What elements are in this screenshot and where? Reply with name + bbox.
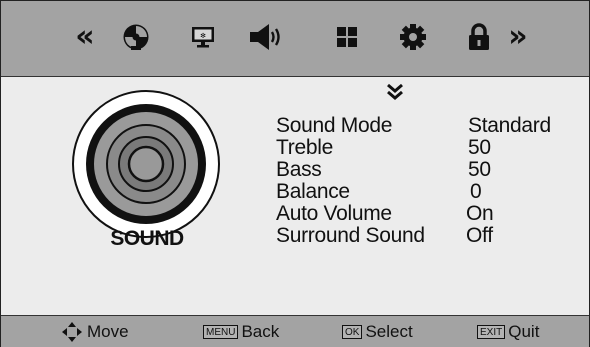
hint-label: Back [241, 321, 280, 341]
menu-item-bass[interactable]: Bass 50 [276, 159, 576, 181]
next-page-button[interactable]: » [498, 17, 538, 57]
arrows-move-icon [62, 321, 82, 342]
exit-key: EXIT [477, 324, 506, 339]
help-bar: Move MENU Back OK Select EXIT Quit [1, 315, 589, 347]
hint-move: Move [61, 316, 129, 347]
gear-icon [400, 24, 426, 50]
menu-item-sound-mode[interactable]: Sound Mode Standard [276, 115, 576, 137]
lock-icon [469, 23, 489, 50]
menu-item-label: Surround Sound [276, 224, 425, 247]
chevron-double-right-icon: » [508, 19, 528, 54]
hint-label: Quit [508, 321, 540, 341]
menu-item-balance[interactable]: Balance 0 [276, 181, 576, 203]
tab-channel[interactable] [327, 17, 367, 57]
menu-item-value: On [466, 202, 494, 225]
speaker-icon [250, 24, 280, 50]
menu-item-value: 50 [468, 136, 491, 159]
chevron-double-left-icon: « [75, 19, 95, 54]
hint-quit: EXIT Quit [477, 316, 539, 347]
menu-key: MENU [203, 324, 239, 339]
hint-back: MENU Back [203, 316, 279, 347]
menu-item-auto-volume[interactable]: Auto Volume On [276, 203, 576, 225]
tab-picture[interactable] [116, 17, 156, 57]
ok-key: OK [342, 324, 363, 339]
page-title: SOUND [110, 227, 184, 250]
picture-icon [123, 24, 149, 50]
grid-icon [337, 27, 357, 47]
menu-item-label: Sound Mode [276, 114, 393, 137]
tab-setup[interactable] [393, 17, 433, 57]
speaker-cone-icon [72, 90, 220, 238]
menu-item-label: Auto Volume [276, 202, 392, 225]
menu-item-surround-sound[interactable]: Surround Sound Off [276, 225, 576, 247]
tab-sound[interactable] [246, 17, 286, 57]
hint-label: Move [87, 321, 129, 341]
hint-select: OK Select [342, 316, 413, 347]
menu-item-value: Off [466, 224, 493, 247]
sound-settings-list: Sound Mode Standard Treble 50 Bass 50 Ba… [276, 115, 576, 247]
hint-label: Select [365, 321, 413, 341]
tab-lock[interactable] [459, 17, 499, 57]
menu-item-treble[interactable]: Treble 50 [276, 137, 576, 159]
prev-page-button[interactable]: « [65, 17, 105, 57]
menu-item-label: Bass [276, 158, 322, 181]
svg-text:✻: ✻ [200, 32, 206, 40]
chevron-double-down-icon [387, 83, 403, 100]
sound-menu-panel: SOUND Sound Mode Standard Treble 50 Bass… [1, 77, 589, 315]
menu-item-value: 50 [468, 158, 491, 181]
menu-item-label: Treble [276, 136, 333, 159]
tv-osd-menu: « ✻ » SOUND Sound Mode Standard Treble 5… [0, 0, 590, 347]
menu-item-label: Balance [276, 180, 350, 203]
screen-icon: ✻ [192, 27, 214, 48]
menu-tab-bar: « ✻ » [1, 1, 589, 77]
tab-screen[interactable]: ✻ [183, 17, 223, 57]
menu-item-value: 0 [470, 180, 482, 203]
menu-item-value: Standard [468, 114, 551, 137]
